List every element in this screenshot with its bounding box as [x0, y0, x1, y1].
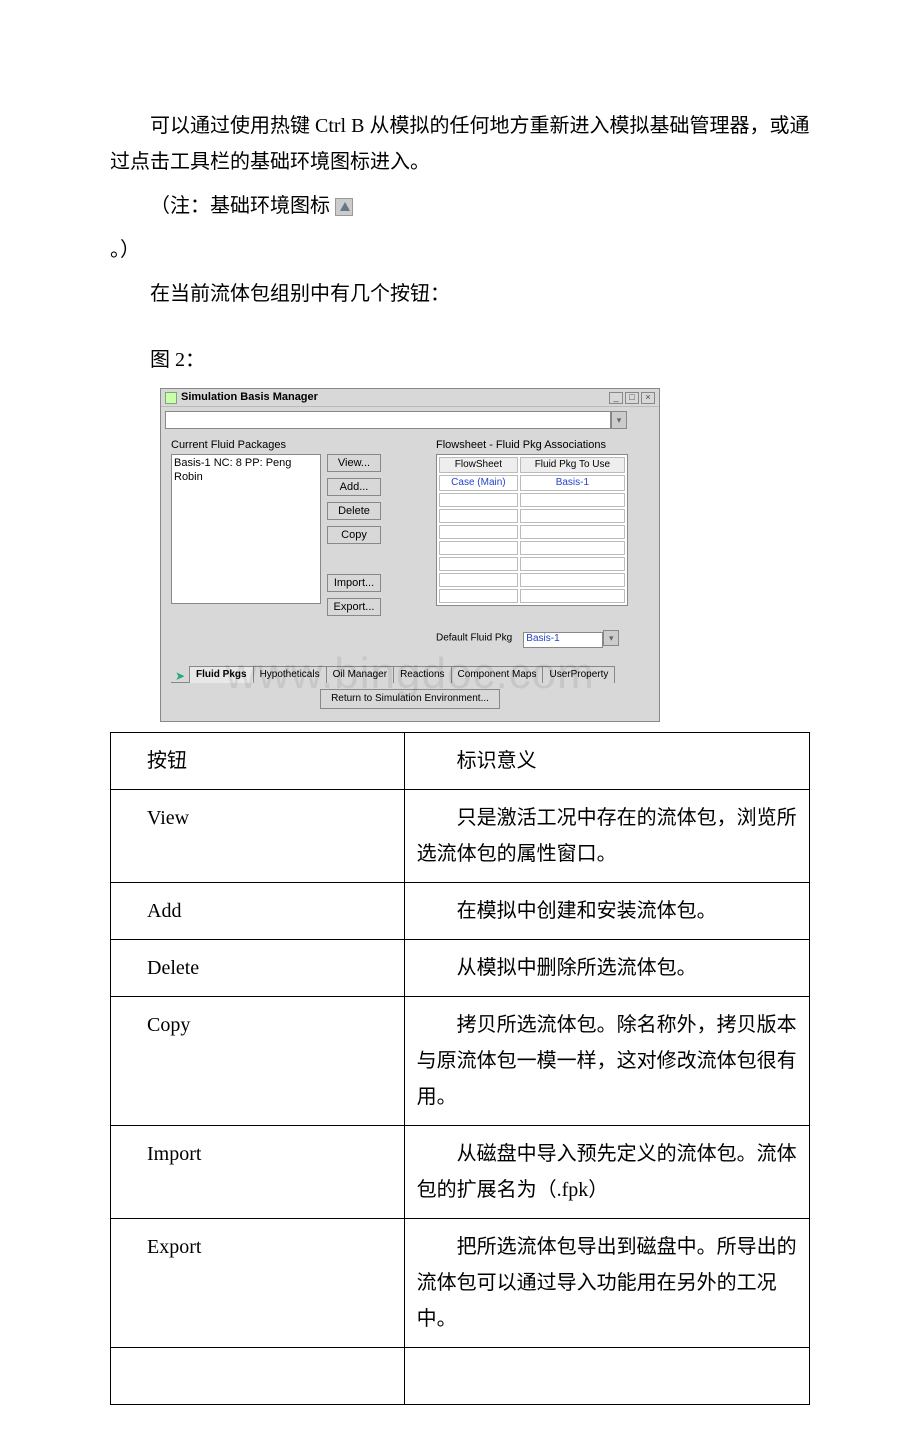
table-row-empty [404, 1348, 809, 1405]
tab-fluid-pkgs[interactable]: Fluid Pkgs [189, 666, 254, 683]
table-header-button: 按钮 [111, 733, 405, 790]
fluid-packages-listbox[interactable]: Basis-1 NC: 8 PP: Peng Robin [171, 454, 321, 604]
table-row: Delete [111, 940, 405, 997]
assoc-pkg-cell[interactable]: Basis-1 [520, 475, 625, 491]
table-row-meaning: 从模拟中删除所选流体包。 [404, 940, 809, 997]
import-button[interactable]: Import... [327, 574, 381, 592]
window-title: Simulation Basis Manager [181, 391, 609, 404]
table-row: Copy [111, 997, 405, 1126]
table-row-empty [111, 1348, 405, 1405]
buttons-intro: 在当前流体包组别中有几个按钮： [110, 276, 810, 312]
add-button[interactable]: Add... [327, 478, 381, 496]
export-button[interactable]: Export... [327, 598, 381, 616]
table-row: Export [111, 1219, 405, 1348]
intro-paragraph: 可以通过使用热键 Ctrl B 从模拟的任何地方重新进入模拟基础管理器，或通过点… [110, 108, 810, 180]
close-icon[interactable]: × [641, 392, 655, 404]
return-to-sim-button[interactable]: Return to Simulation Environment... [320, 689, 500, 709]
tab-hypotheticals[interactable]: Hypotheticals [253, 666, 327, 683]
table-row-meaning: 拷贝所选流体包。除名称外，拷贝版本与原流体包一模一样，这对修改流体包很有用。 [404, 997, 809, 1126]
view-button[interactable]: View... [327, 454, 381, 472]
default-fluid-pkg-select[interactable]: Basis-1 [523, 632, 603, 648]
tab-user-property[interactable]: UserProperty [542, 666, 615, 683]
tabs: ➤ Fluid Pkgs Hypotheticals Oil Manager R… [171, 666, 649, 683]
dropdown-arrow-icon[interactable]: ▾ [603, 630, 619, 646]
tab-lead-icon: ➤ [171, 669, 189, 683]
icon-note-close: 。） [110, 232, 810, 268]
flowsheet-associations-label: Flowsheet - Fluid Pkg Associations [436, 439, 649, 452]
basis-env-icon [335, 198, 353, 216]
tab-oil-manager[interactable]: Oil Manager [326, 666, 394, 683]
tab-reactions[interactable]: Reactions [393, 666, 451, 683]
list-item[interactable]: Basis-1 NC: 8 PP: Peng Robin [174, 457, 318, 483]
table-row-meaning: 在模拟中创建和安装流体包。 [404, 883, 809, 940]
assoc-col-pkg: Fluid Pkg To Use [520, 457, 625, 473]
icon-note: （注：基础环境图标 [110, 188, 810, 224]
figure-label: 图 2： [110, 342, 810, 378]
table-row: Add [111, 883, 405, 940]
titlebar: Simulation Basis Manager _ □ × [161, 389, 659, 407]
maximize-icon[interactable]: □ [625, 392, 639, 404]
assoc-col-flowsheet: FlowSheet [439, 457, 518, 473]
button-description-table: 按钮 标识意义 View 只是激活工况中存在的流体包，浏览所选流体包的属性窗口。… [110, 732, 810, 1405]
dropdown-arrow-icon[interactable]: ▾ [611, 411, 627, 429]
assoc-flowsheet-cell[interactable]: Case (Main) [439, 475, 518, 491]
table-row-meaning: 从磁盘中导入预先定义的流体包。流体包的扩展名为（.fpk） [404, 1126, 809, 1219]
delete-button[interactable]: Delete [327, 502, 381, 520]
default-fluid-pkg-label: Default Fluid Pkg [436, 633, 512, 644]
table-row-meaning: 把所选流体包导出到磁盘中。所导出的流体包可以通过导入功能用在另外的工况中。 [404, 1219, 809, 1348]
minimize-icon[interactable]: _ [609, 392, 623, 404]
sim-basis-manager-window: Simulation Basis Manager _ □ × ▾ Current… [160, 388, 660, 722]
table-header-meaning: 标识意义 [404, 733, 809, 790]
top-text-input[interactable] [165, 411, 611, 429]
current-fluid-packages-label: Current Fluid Packages [171, 439, 426, 452]
window-icon [165, 392, 177, 404]
tab-component-maps[interactable]: Component Maps [451, 666, 544, 683]
icon-note-text-a: （注：基础环境图标 [150, 195, 335, 217]
associations-table: FlowSheet Fluid Pkg To Use Case (Main) B… [436, 454, 628, 606]
copy-button[interactable]: Copy [327, 526, 381, 544]
table-row: Import [111, 1126, 405, 1219]
table-row-meaning: 只是激活工况中存在的流体包，浏览所选流体包的属性窗口。 [404, 790, 809, 883]
table-row: View [111, 790, 405, 883]
